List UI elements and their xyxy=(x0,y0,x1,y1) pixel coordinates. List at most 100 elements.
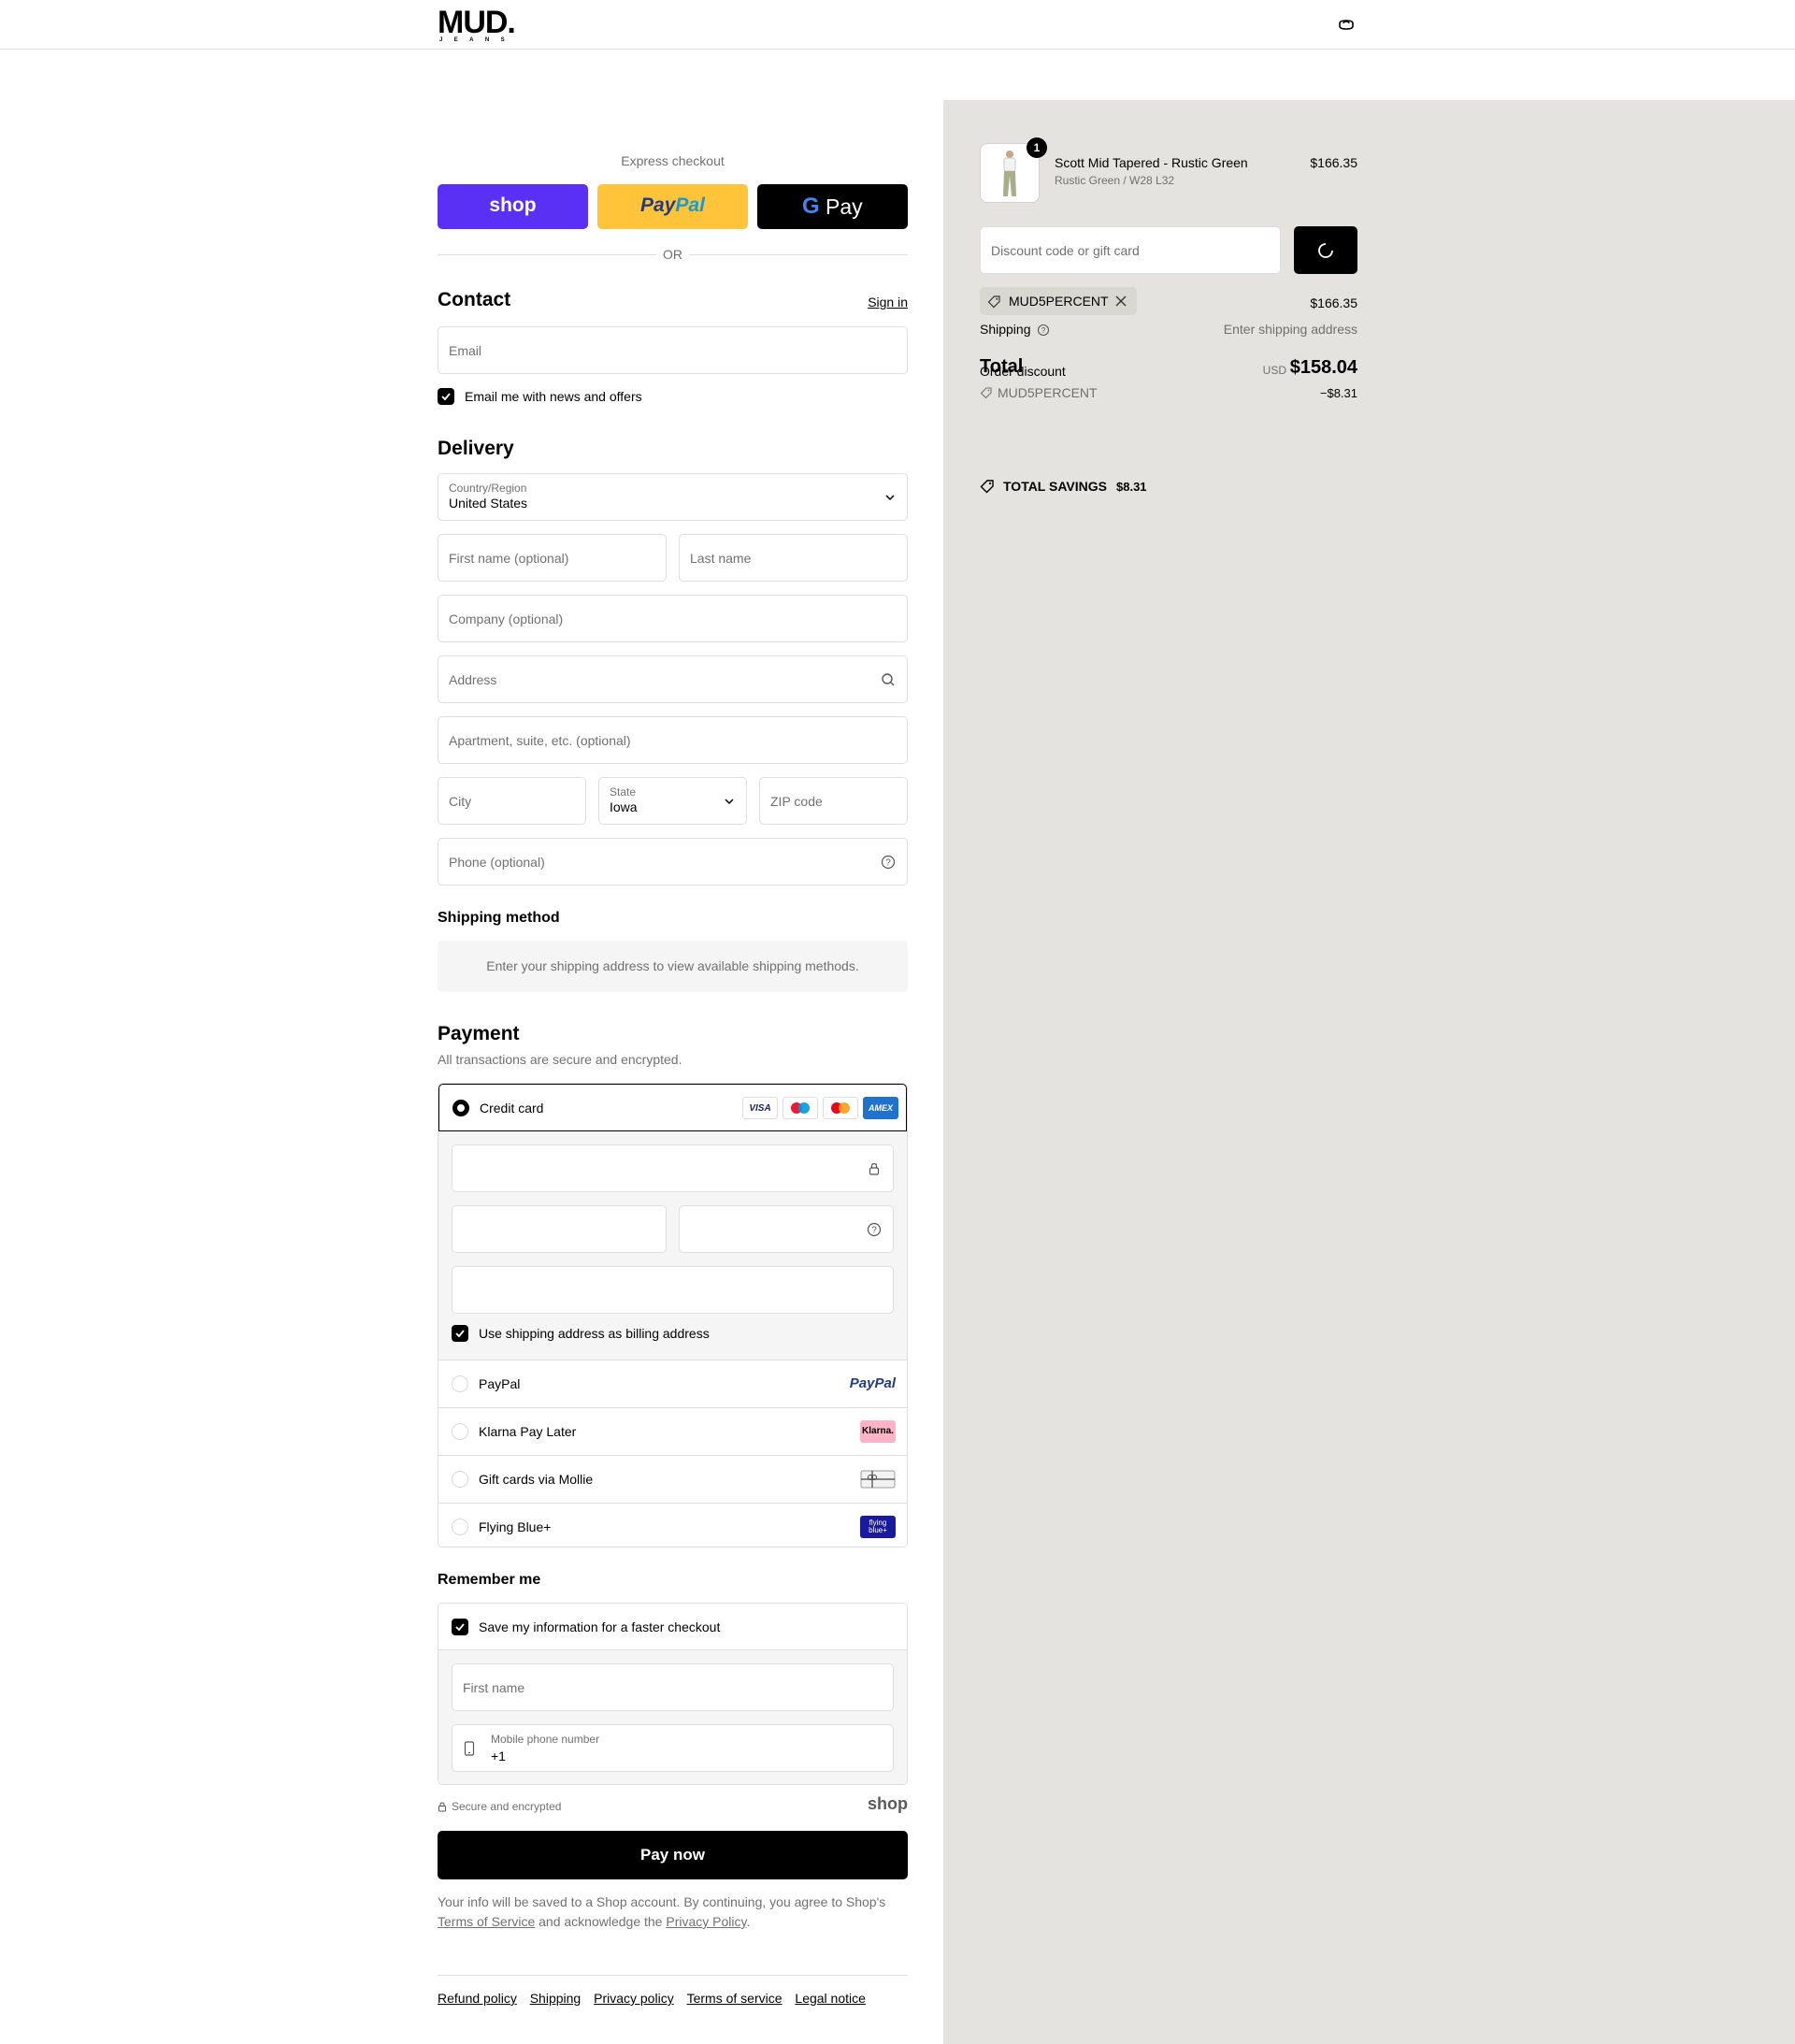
help-icon[interactable]: ? xyxy=(881,855,896,870)
google-g-icon: G xyxy=(802,194,820,219)
product-price: $166.35 xyxy=(1310,155,1357,170)
zip-field[interactable]: ZIP code xyxy=(759,777,908,825)
first-name-field[interactable]: First name (optional) xyxy=(438,534,667,582)
lock-icon xyxy=(869,1162,880,1175)
shipping-notice-text: Enter your shipping address to view avai… xyxy=(486,958,859,973)
legal-notice-link[interactable]: Legal notice xyxy=(795,1991,866,2006)
country-value: United States xyxy=(449,496,528,511)
klarna-logo: Klarna. xyxy=(860,1420,896,1443)
payment-option-klarna[interactable]: Klarna Pay Later Klarna. xyxy=(438,1407,907,1455)
svg-text:?: ? xyxy=(885,857,891,868)
shipping-value: Enter shipping address xyxy=(1223,322,1357,337)
mobile-phone-value: +1 xyxy=(491,1749,506,1763)
phone-field[interactable]: Phone (optional) ? xyxy=(438,838,908,885)
discount-field[interactable]: Discount code or gift card xyxy=(980,226,1281,274)
privacy-link[interactable]: Privacy Policy xyxy=(666,1914,746,1929)
paypal-pay: Pay xyxy=(640,194,676,216)
paypal-button[interactable]: PayPal xyxy=(597,184,748,229)
last-name-field[interactable]: Last name xyxy=(679,534,908,582)
shipping-link[interactable]: Shipping xyxy=(530,1991,582,2006)
flying-blue-logo: flying blue+ xyxy=(860,1516,896,1538)
gift-card-icon xyxy=(860,1470,896,1489)
footer-links: Refund policy Shipping Privacy policy Te… xyxy=(438,1991,866,2006)
shipping-method-title: Shipping method xyxy=(438,910,560,926)
address-placeholder: Address xyxy=(449,671,497,687)
mastercard-icon xyxy=(823,1097,858,1119)
terms-link[interactable]: Terms of Service xyxy=(438,1914,535,1929)
contact-title: Contact xyxy=(438,289,511,310)
help-icon[interactable]: ? xyxy=(867,1222,882,1237)
mobile-phone-label: Mobile phone number xyxy=(491,1733,600,1746)
email-field[interactable]: Email xyxy=(438,326,908,374)
amex-icon: AMEX xyxy=(863,1097,898,1119)
expiry-field[interactable] xyxy=(452,1205,667,1253)
name-on-card-field[interactable] xyxy=(452,1266,894,1314)
chevron-down-icon xyxy=(885,494,895,500)
payment-option-paypal[interactable]: PayPal PayPal xyxy=(438,1360,907,1407)
spinner-icon xyxy=(1318,243,1333,258)
paypal-label: PayPal xyxy=(479,1376,521,1391)
remember-first-name-field[interactable]: First name xyxy=(452,1663,894,1711)
billing-same-label: Use shipping address as billing address xyxy=(479,1326,710,1341)
email-placeholder: Email xyxy=(449,342,482,358)
order-summary: 1 Scott Mid Tapered - Rustic Green Rusti… xyxy=(980,0,1357,561)
security-code-field[interactable]: ? xyxy=(679,1205,894,1253)
google-pay-button[interactable]: G Pay xyxy=(757,184,908,229)
privacy-policy-link[interactable]: Privacy policy xyxy=(594,1991,674,2006)
mobile-phone-field[interactable]: Mobile phone number +1 xyxy=(452,1724,894,1772)
maestro-icon xyxy=(783,1097,818,1119)
savings-value: $8.31 xyxy=(1116,480,1147,494)
lock-icon xyxy=(438,1802,446,1812)
flying-blue-radio[interactable] xyxy=(452,1519,468,1535)
country-select[interactable]: Country/Region United States xyxy=(438,473,908,521)
pay-now-label: Pay now xyxy=(640,1846,705,1864)
save-info-label: Save my information for a faster checkou… xyxy=(479,1619,721,1634)
payment-option-flying-blue[interactable]: Flying Blue+ flying blue+ xyxy=(438,1503,907,1547)
savings-tag-icon xyxy=(980,480,994,494)
save-info-checkbox[interactable] xyxy=(452,1619,468,1635)
sign-in-link[interactable]: Sign in xyxy=(868,295,908,309)
state-select[interactable]: State Iowa xyxy=(598,777,747,825)
close-icon[interactable] xyxy=(1115,295,1127,307)
order-discount-label: Order discount xyxy=(980,364,1066,379)
delivery-title: Delivery xyxy=(438,438,514,459)
help-icon[interactable]: ? xyxy=(1037,324,1050,337)
address-field[interactable]: Address xyxy=(438,655,908,703)
payment-option-gift-cards[interactable]: Gift cards via Mollie xyxy=(438,1455,907,1503)
apartment-field[interactable]: Apartment, suite, etc. (optional) xyxy=(438,716,908,764)
remember-first-name-placeholder: First name xyxy=(463,1679,525,1695)
paypal-wordmark: PayPal xyxy=(597,194,748,217)
chevron-down-icon xyxy=(725,798,734,804)
google-pay-label: Pay xyxy=(826,194,863,219)
search-icon xyxy=(882,672,895,685)
card-number-field[interactable] xyxy=(452,1144,894,1192)
refund-policy-link[interactable]: Refund policy xyxy=(438,1991,517,2006)
billing-same-checkbox[interactable] xyxy=(452,1325,468,1342)
paypal-radio[interactable] xyxy=(452,1375,468,1392)
apply-discount-button[interactable] xyxy=(1294,226,1357,274)
svg-text:?: ? xyxy=(871,1225,877,1235)
paypal-pal: Pal xyxy=(675,194,705,216)
company-field[interactable]: Company (optional) xyxy=(438,595,908,642)
credit-card-option[interactable]: Credit card VISA AMEX xyxy=(438,1084,907,1131)
klarna-radio[interactable] xyxy=(452,1423,468,1440)
express-checkout-title: Express checkout xyxy=(621,153,725,168)
pay-now-button[interactable]: Pay now xyxy=(438,1831,908,1879)
remember-save-row[interactable]: Save my information for a faster checkou… xyxy=(438,1604,907,1650)
terms-of-service-link[interactable]: Terms of service xyxy=(687,1991,783,2006)
city-field[interactable]: City xyxy=(438,777,586,825)
gift-cards-radio[interactable] xyxy=(452,1471,468,1488)
payment-title: Payment xyxy=(438,1023,520,1044)
shop-pay-button[interactable]: shop xyxy=(438,184,588,229)
credit-card-radio[interactable] xyxy=(452,1100,469,1116)
zip-placeholder: ZIP code xyxy=(770,793,823,809)
state-value: Iowa xyxy=(610,799,638,814)
total-value: $158.04 xyxy=(1289,357,1357,378)
news-checkbox[interactable] xyxy=(438,388,454,405)
remember-box: Save my information for a faster checkou… xyxy=(438,1603,908,1785)
or-label: OR xyxy=(663,247,682,262)
remember-fields-area: First name Mobile phone number +1 xyxy=(438,1650,907,1784)
remember-title: Remember me xyxy=(438,1572,541,1588)
country-label: Country/Region xyxy=(449,482,527,495)
mobile-phone-icon xyxy=(464,1741,475,1756)
